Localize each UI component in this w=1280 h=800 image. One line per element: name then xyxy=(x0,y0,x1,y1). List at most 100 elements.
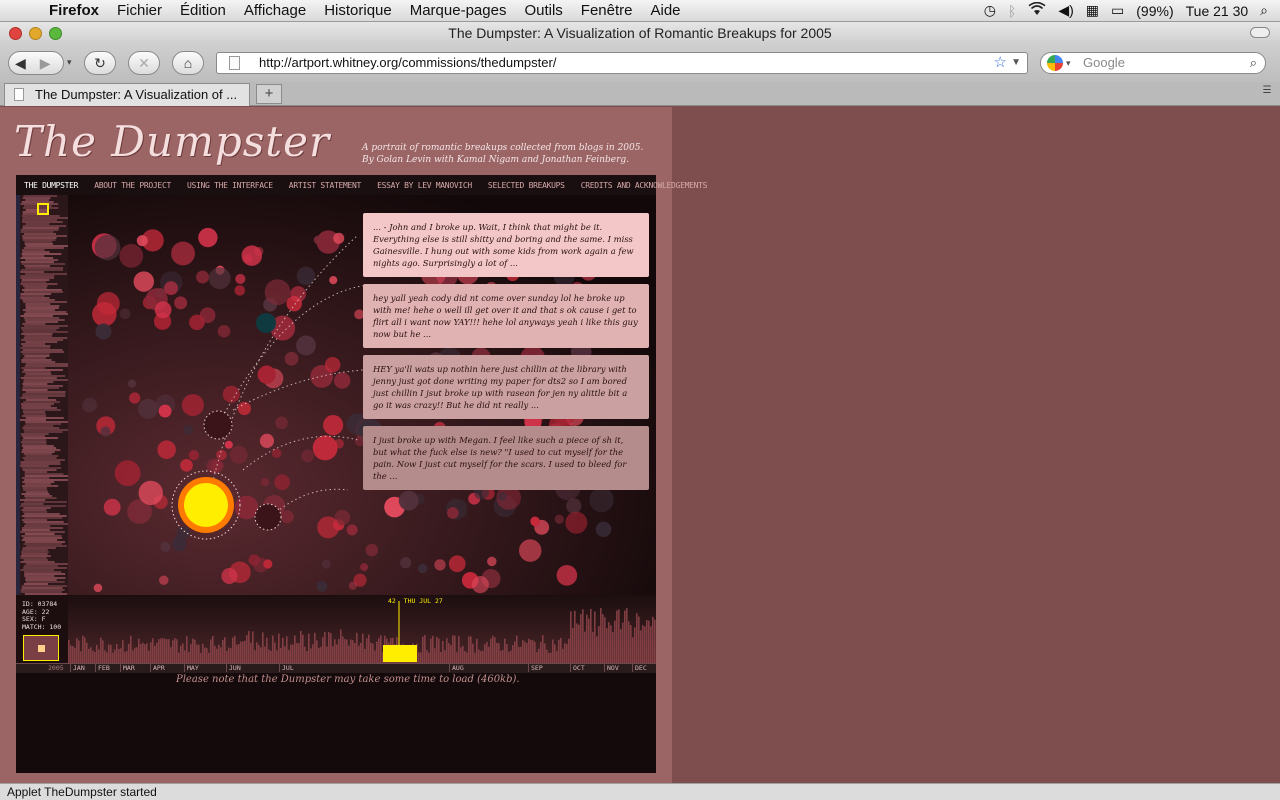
back-icon[interactable]: ◀ xyxy=(15,55,26,72)
google-icon[interactable] xyxy=(1047,55,1063,71)
strip-texture xyxy=(16,195,71,595)
breakup-scroll-strip[interactable] xyxy=(16,195,71,595)
bubble xyxy=(183,424,194,435)
timeline-bar xyxy=(256,642,258,663)
nav-artist-statement[interactable]: ARTIST STATEMENT xyxy=(281,181,369,190)
timeline-bar xyxy=(646,620,648,663)
strip-line xyxy=(23,575,55,577)
menu-historique[interactable]: Historique xyxy=(315,0,401,22)
nav-about[interactable]: ABOUT THE PROJECT xyxy=(86,181,179,190)
search-icon[interactable]: ⌕ xyxy=(1250,53,1257,73)
nav-the-dumpster[interactable]: THE DUMPSTER xyxy=(16,181,86,190)
search-bar[interactable]: ▾ Google ⌕ xyxy=(1040,52,1266,74)
breakup-card-3[interactable]: HEY ya'll wats up nothin here just chill… xyxy=(363,355,649,419)
timeline-bar xyxy=(312,644,314,663)
clock[interactable]: Tue 21 30 xyxy=(1186,3,1249,19)
timeline-bar xyxy=(270,650,272,663)
input-menu-icon[interactable]: ▦ xyxy=(1086,2,1099,19)
person-info: ID: 03784 AGE: 22 SEX: F MATCH: 100 xyxy=(22,600,61,631)
zoom-window-icon[interactable] xyxy=(49,27,62,40)
bookmark-star-icon[interactable]: ☆ xyxy=(994,53,1007,73)
timeline-bar xyxy=(594,611,596,663)
strip-line xyxy=(21,515,67,517)
timeline-bar xyxy=(520,646,522,663)
strip-selector[interactable] xyxy=(37,203,49,215)
month-label-nov: NOV xyxy=(604,664,619,672)
strip-line xyxy=(24,365,70,367)
search-placeholder[interactable]: Google xyxy=(1083,55,1125,70)
menu-aide[interactable]: Aide xyxy=(642,0,690,22)
timeline-bar xyxy=(142,642,144,663)
bluetooth-icon[interactable]: ᛒ xyxy=(1008,3,1016,19)
timeline-bar xyxy=(274,642,276,663)
menu-fenetre[interactable]: Fenêtre xyxy=(572,0,642,22)
volume-icon[interactable]: ◀) xyxy=(1058,2,1073,19)
bubble xyxy=(114,460,141,487)
timeline-bar xyxy=(584,631,586,663)
timeline-panel[interactable]: ID: 03784 AGE: 22 SEX: F MATCH: 100 42 T… xyxy=(16,595,656,673)
battery-percent[interactable]: (99%) xyxy=(1136,3,1173,19)
person-thumbnail[interactable] xyxy=(23,635,59,661)
breakup-card-1[interactable]: ... - John and I broke up. Wait, I think… xyxy=(363,213,649,277)
nav-using-interface[interactable]: USING THE INTERFACE xyxy=(179,181,281,190)
breakup-card-2[interactable]: hey yall yeah cody did nt come over sund… xyxy=(363,284,649,348)
minimize-window-icon[interactable] xyxy=(29,27,42,40)
forward-icon[interactable]: ▶ xyxy=(40,55,51,72)
menu-marque-pages[interactable]: Marque-pages xyxy=(401,0,516,22)
menu-edition[interactable]: Édition xyxy=(171,0,235,22)
new-tab-button[interactable]: + xyxy=(256,84,282,104)
bubble xyxy=(235,273,246,284)
strip-line xyxy=(24,471,48,473)
menu-outils[interactable]: Outils xyxy=(515,0,571,22)
url-text[interactable]: http://artport.whitney.org/commissions/t… xyxy=(259,55,556,70)
strip-line xyxy=(20,347,51,349)
history-dropdown-icon[interactable]: ▾ xyxy=(67,57,72,68)
time-machine-icon[interactable]: ◷ xyxy=(984,2,996,19)
timeline-bar xyxy=(570,611,572,663)
wifi-icon[interactable] xyxy=(1028,1,1046,19)
strip-line xyxy=(22,353,50,355)
url-bar[interactable]: http://artport.whitney.org/commissions/t… xyxy=(216,52,1028,74)
menu-app[interactable]: Firefox xyxy=(40,0,108,22)
timeline-bar xyxy=(544,643,546,663)
strip-line xyxy=(21,367,46,369)
strip-line xyxy=(21,519,48,521)
home-button[interactable]: ⌂ xyxy=(172,51,204,75)
nav-credits[interactable]: CREDITS AND ACKNOWLEDGEMENTS xyxy=(573,181,715,190)
toolbar-toggle-button[interactable] xyxy=(1250,27,1270,38)
timeline-bar xyxy=(146,643,148,663)
timeline-bar xyxy=(218,644,220,663)
battery-icon[interactable]: ▭ xyxy=(1111,2,1124,19)
stop-button[interactable]: ✕ xyxy=(128,51,160,75)
timeline-bar xyxy=(476,638,478,663)
breakup-card-4[interactable]: I just broke up with Megan. I feel like … xyxy=(363,426,649,490)
strip-line xyxy=(20,315,54,317)
menu-fichier[interactable]: Fichier xyxy=(108,0,171,22)
tab-list-icon[interactable]: ☰ xyxy=(1260,85,1274,101)
search-engine-dropdown-icon[interactable]: ▾ xyxy=(1066,53,1071,73)
close-window-icon[interactable] xyxy=(9,27,22,40)
strip-line xyxy=(23,381,54,383)
nav-selected-breakups[interactable]: SELECTED BREAKUPS xyxy=(480,181,573,190)
tab-dumpster[interactable]: The Dumpster: A Visualization of ... xyxy=(4,83,250,106)
bubble xyxy=(333,372,351,389)
timeline-bar xyxy=(524,641,526,663)
dumpster-applet[interactable]: ... - John and I broke up. Wait, I think… xyxy=(16,195,656,773)
bubble xyxy=(138,480,163,506)
reload-button[interactable]: ↻ xyxy=(84,51,116,75)
month-label-aug: AUG xyxy=(449,664,464,672)
strip-line xyxy=(21,249,45,251)
bubble xyxy=(565,511,588,534)
menu-affichage[interactable]: Affichage xyxy=(235,0,315,22)
timeline-bar xyxy=(340,629,342,663)
timeline-bar xyxy=(322,637,324,663)
timeline-bar xyxy=(292,644,294,663)
spotlight-icon[interactable]: ⌕ xyxy=(1260,2,1268,19)
timeline-histogram[interactable] xyxy=(68,595,656,673)
nav-essay[interactable]: ESSAY BY LEV MANOVICH xyxy=(369,181,480,190)
card-text-1: ... - John and I broke up. Wait, I think… xyxy=(373,222,634,268)
site-logo[interactable]: The Dumpster xyxy=(14,117,330,166)
timeline-bar xyxy=(184,650,186,663)
timeline-bar xyxy=(194,639,196,663)
url-dropdown-icon[interactable]: ▼ xyxy=(1011,53,1021,73)
